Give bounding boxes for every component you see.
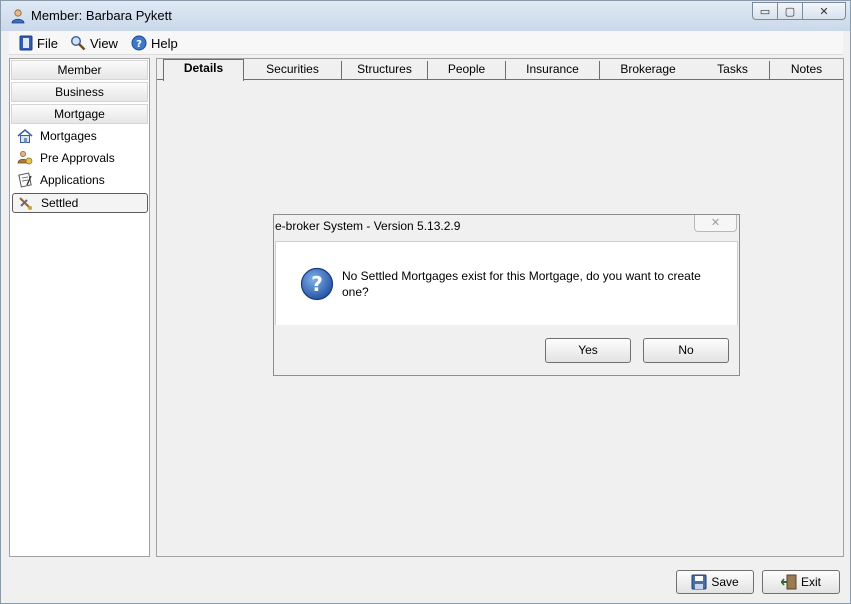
close-button[interactable]: ✕ [802,2,846,20]
category-mortgage[interactable]: Mortgage [11,104,148,124]
menu-view[interactable]: View [70,34,118,52]
sidebar-item-mortgages[interactable]: Mortgages [12,126,148,146]
menu-bar: File View ? Help [9,31,843,55]
exit-button[interactable]: Exit [762,570,840,594]
dialog-close-button[interactable]: ✕ [694,215,737,232]
pre-approval-icon [16,150,34,166]
save-button[interactable]: Save [676,570,754,594]
settled-icon [17,195,35,211]
confirm-dialog: e-broker System - Version 5.13.2.9 ✕ ? N… [273,214,740,376]
dialog-message: No Settled Mortgages exist for this Mort… [342,269,701,299]
question-icon: ? [300,267,334,301]
sidebar-item-pre-approvals[interactable]: Pre Approvals [12,148,148,168]
category-business[interactable]: Business [11,82,148,102]
minimize-button[interactable]: ▭ [752,2,778,20]
sidebar-item-applications[interactable]: Applications [12,170,148,190]
exit-door-icon [780,574,797,590]
view-icon [70,35,86,51]
file-icon [19,35,33,51]
no-button[interactable]: No [643,338,729,363]
help-icon: ? [131,35,147,51]
yes-button[interactable]: Yes [545,338,631,363]
close-icon: ✕ [819,5,829,18]
category-member[interactable]: Member [11,60,148,80]
sidebar-item-settled[interactable]: Settled [12,193,148,213]
dialog-title: e-broker System - Version 5.13.2.9 [275,219,461,233]
dialog-body: ? No Settled Mortgages exist for this Mo… [275,241,738,325]
minimize-icon: ▭ [759,5,771,18]
tab-strip: Details Securities Structures People Ins… [157,59,843,81]
application-icon [16,172,34,188]
save-icon [691,574,707,590]
restore-icon: ▢ [784,5,796,18]
tab-securities[interactable]: Securities [244,61,342,80]
menu-file[interactable]: File [19,34,58,52]
tab-insurance[interactable]: Insurance [506,61,600,80]
house-icon [16,128,34,144]
title-bar[interactable]: Member: Barbara Pykett ▭ ▢ ✕ [1,1,850,31]
tab-details[interactable]: Details [163,59,244,81]
tab-structures[interactable]: Structures [342,61,428,80]
window-title: Member: Barbara Pykett [31,8,172,23]
svg-text:?: ? [311,272,323,296]
menu-help[interactable]: ? Help [131,34,178,52]
close-icon: ✕ [710,217,721,229]
member-icon [11,9,25,24]
tab-tasks[interactable]: Tasks [696,61,770,80]
svg-text:?: ? [136,39,142,50]
restore-button[interactable]: ▢ [777,2,803,20]
tab-people[interactable]: People [428,61,506,80]
sidebar: Member Business Mortgage Mortgages Pre A… [9,58,150,557]
tab-notes[interactable]: Notes [770,61,843,80]
